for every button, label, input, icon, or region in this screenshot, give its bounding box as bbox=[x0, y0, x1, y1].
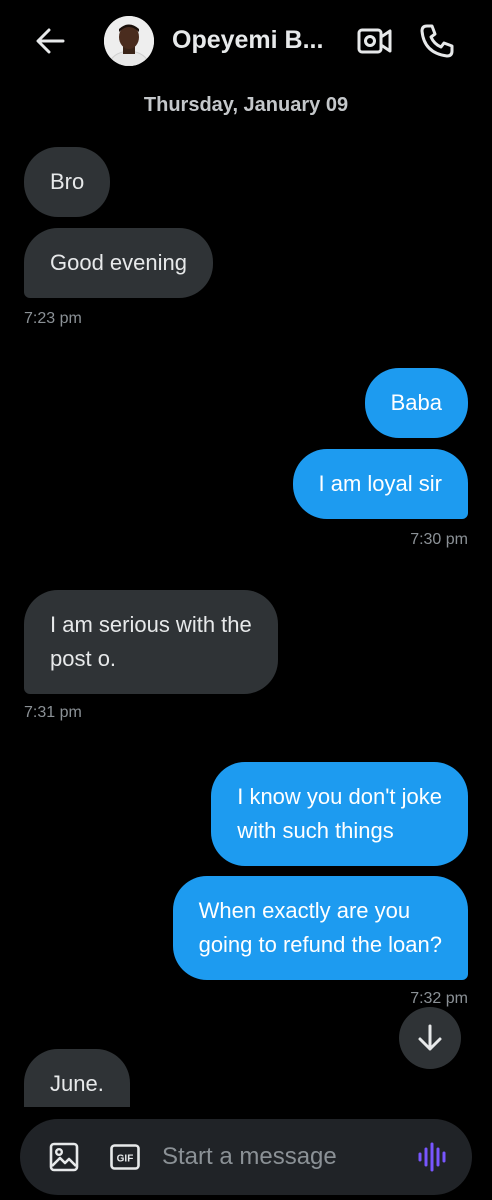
message-bubble-outgoing[interactable]: I am loyal sir bbox=[292, 449, 468, 519]
message-timestamp: 7:32 pm bbox=[410, 990, 468, 1007]
back-button[interactable] bbox=[30, 24, 70, 58]
gif-label: GIF bbox=[117, 1154, 134, 1165]
message-line: going to refund the loan? bbox=[198, 932, 442, 957]
scroll-to-bottom-button[interactable] bbox=[399, 1007, 461, 1069]
message-line: When exactly are you bbox=[198, 898, 411, 923]
message-bubble-incoming[interactable]: June. bbox=[24, 1049, 130, 1107]
message-line: with such things bbox=[237, 818, 394, 843]
date-separator: Thursday, January 09 bbox=[143, 94, 349, 116]
message-timestamp: 7:23 pm bbox=[24, 310, 82, 327]
message-bubble-outgoing[interactable]: Baba bbox=[364, 368, 468, 438]
video-call-icon bbox=[357, 28, 392, 54]
arrow-left-icon bbox=[36, 28, 65, 54]
gif-icon: GIF bbox=[110, 1144, 140, 1170]
message-bubble-incoming[interactable]: I am serious with the post o. bbox=[24, 590, 278, 694]
message-timestamp: 7:31 pm bbox=[24, 704, 82, 721]
message-line: I know you don't joke bbox=[237, 784, 442, 809]
message-line: post o. bbox=[50, 646, 117, 671]
conversation-header: Opeyemi B... bbox=[0, 0, 492, 84]
phone-icon bbox=[420, 24, 454, 58]
message-bubble-outgoing[interactable]: I know you don't joke with such things bbox=[211, 762, 468, 866]
gif-button[interactable]: GIF bbox=[110, 1144, 140, 1170]
message-input[interactable] bbox=[162, 1135, 402, 1179]
voice-message-button[interactable] bbox=[416, 1141, 450, 1173]
video-call-button[interactable] bbox=[356, 24, 394, 58]
arrow-down-icon bbox=[418, 1024, 442, 1051]
voice-waveform-icon bbox=[418, 1142, 446, 1172]
message-bubble-outgoing[interactable]: When exactly are you going to refund the… bbox=[172, 876, 468, 980]
add-media-button[interactable] bbox=[48, 1141, 80, 1173]
phone-call-button[interactable] bbox=[418, 22, 456, 60]
message-bubble-incoming[interactable]: Bro bbox=[24, 147, 111, 217]
contact-name[interactable]: Opeyemi B... bbox=[172, 26, 323, 55]
message-line: I am serious with the bbox=[50, 612, 252, 637]
avatar-photo bbox=[104, 16, 154, 66]
message-timestamp: 7:30 pm bbox=[410, 531, 468, 548]
message-bubble-incoming[interactable]: Good evening bbox=[24, 228, 213, 298]
image-icon bbox=[49, 1142, 79, 1172]
message-composer: GIF bbox=[20, 1119, 472, 1195]
avatar[interactable] bbox=[104, 16, 154, 66]
